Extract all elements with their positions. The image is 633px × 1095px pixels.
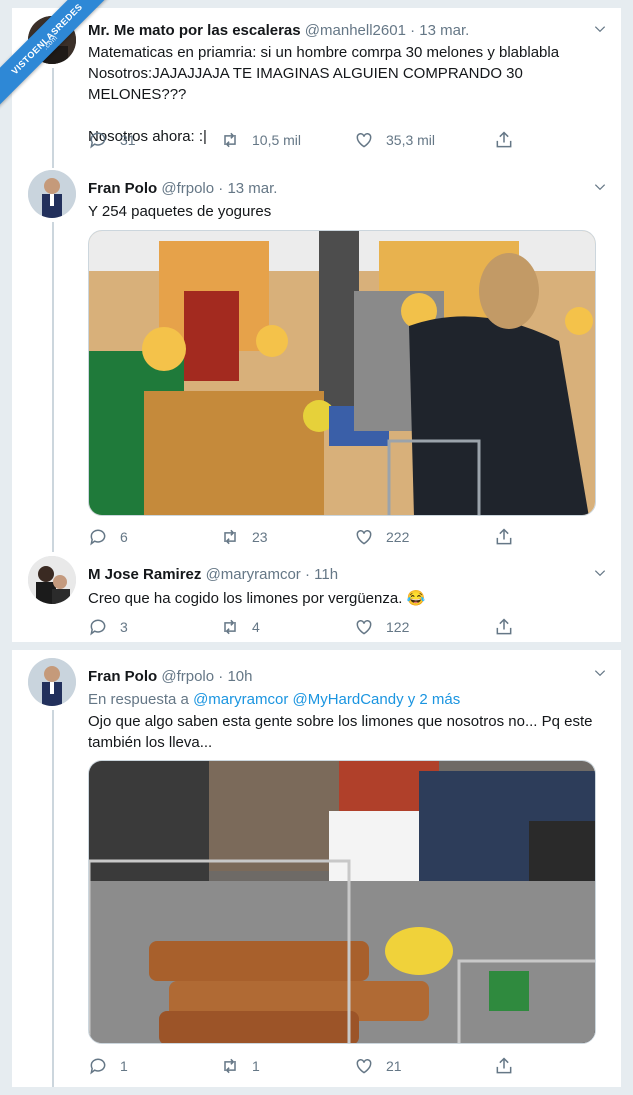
- share-button[interactable]: [494, 1056, 526, 1076]
- avatar[interactable]: [28, 170, 76, 218]
- reply-button[interactable]: 6: [88, 527, 128, 547]
- share-button[interactable]: [494, 527, 526, 547]
- user-handle[interactable]: @frpolo: [161, 668, 214, 685]
- reply-button[interactable]: 1: [88, 1056, 128, 1076]
- separator-dot: ·: [410, 22, 416, 39]
- reply-count: 1: [120, 1058, 128, 1074]
- chevron-down-icon[interactable]: [593, 180, 607, 194]
- chevron-down-icon[interactable]: [593, 666, 607, 680]
- reply-count: 3: [120, 619, 128, 635]
- thread-line: [52, 222, 54, 552]
- tweet-photo[interactable]: [88, 230, 596, 516]
- reply-count: 6: [120, 529, 128, 545]
- reply-button[interactable]: 31: [88, 130, 136, 150]
- tweet[interactable]: Fran Polo @frpolo · 13 mar. Y 254 paquet…: [12, 168, 621, 552]
- tweet-header: M Jose Ramirez @maryramcor · 11h: [88, 566, 338, 583]
- share-button[interactable]: [494, 130, 526, 150]
- reply-count: 31: [120, 132, 136, 148]
- timestamp[interactable]: 11h: [314, 566, 338, 583]
- display-name[interactable]: Mr. Me mato por las escaleras: [88, 22, 301, 39]
- reply-icon: [90, 132, 106, 149]
- like-count: 122: [386, 619, 410, 635]
- tweet[interactable]: Fran Polo @frpolo · 10h En respuesta a @…: [12, 650, 621, 1087]
- timestamp[interactable]: 13 mar.: [419, 22, 469, 39]
- separator-dot: ·: [304, 566, 310, 583]
- like-count: 21: [386, 1058, 402, 1074]
- like-button[interactable]: 122: [354, 617, 409, 637]
- reply-icon: [90, 529, 106, 546]
- share-icon: [496, 528, 512, 545]
- tweet-photo[interactable]: [88, 760, 596, 1044]
- retweet-icon: [224, 132, 236, 148]
- like-icon: [356, 1058, 372, 1074]
- share-icon: [496, 618, 512, 635]
- tweet[interactable]: Mr. Me mato por las escaleras @manhell26…: [12, 8, 621, 168]
- tweet-header: Fran Polo @frpolo · 13 mar.: [88, 180, 277, 197]
- tweet[interactable]: M Jose Ramirez @maryramcor · 11h Creo qu…: [12, 552, 621, 642]
- retweet-icon: [224, 1058, 236, 1074]
- thread-line: [52, 710, 54, 1087]
- retweet-button[interactable]: 4: [220, 617, 260, 637]
- tweet-actions: 6 23 222: [88, 527, 528, 549]
- like-icon: [356, 619, 372, 635]
- chevron-down-icon[interactable]: [593, 22, 607, 36]
- tweet-text: Creo que ha cogido los limones por vergü…: [88, 590, 426, 607]
- like-button[interactable]: 35,3 mil: [354, 130, 435, 150]
- retweet-count: 1: [252, 1058, 260, 1074]
- tweet-text: Ojo que algo saben esta gente sobre los …: [88, 713, 593, 751]
- timeline: Mr. Me mato por las escaleras @manhell26…: [12, 8, 621, 1087]
- retweet-icon: [224, 529, 236, 545]
- tweet-header: Mr. Me mato por las escaleras @manhell26…: [88, 22, 469, 39]
- tweet-actions: 31 10,5 mil 35,3 mil: [88, 130, 528, 152]
- chevron-down-icon[interactable]: [593, 566, 607, 580]
- reply-button[interactable]: 3: [88, 617, 128, 637]
- retweet-button[interactable]: 23: [220, 527, 268, 547]
- display-name[interactable]: M Jose Ramirez: [88, 566, 201, 583]
- supermarket-photo: [89, 231, 595, 515]
- retweet-icon: [224, 619, 236, 635]
- avatar[interactable]: [28, 556, 76, 604]
- thread-line: [52, 68, 54, 168]
- reply-icon: [90, 619, 106, 636]
- tweet-text: Y 254 paquetes de yogures: [88, 203, 272, 220]
- like-button[interactable]: 21: [354, 1056, 402, 1076]
- reply-context: En respuesta a @maryramcor @MyHardCandy …: [88, 691, 460, 708]
- separator-dot: ·: [218, 180, 224, 197]
- retweet-count: 23: [252, 529, 268, 545]
- share-icon: [496, 1057, 512, 1074]
- tweet-header: Fran Polo @frpolo · 10h: [88, 668, 252, 685]
- retweet-count: 4: [252, 619, 260, 635]
- display-name[interactable]: Fran Polo: [88, 180, 157, 197]
- retweet-button[interactable]: 1: [220, 1056, 260, 1076]
- timestamp[interactable]: 10h: [227, 668, 252, 685]
- retweet-button[interactable]: 10,5 mil: [220, 130, 301, 150]
- tweet-actions: 3 4 122: [88, 617, 528, 639]
- like-icon: [356, 529, 372, 545]
- retweet-count: 10,5 mil: [252, 132, 302, 148]
- user-handle[interactable]: @frpolo: [161, 180, 214, 197]
- like-button[interactable]: 222: [354, 527, 409, 547]
- display-name[interactable]: Fran Polo: [88, 668, 157, 685]
- conversation-divider: [12, 642, 621, 650]
- reply-icon: [90, 1058, 106, 1075]
- like-icon: [356, 132, 372, 148]
- timestamp[interactable]: 13 mar.: [227, 180, 277, 197]
- tweet-actions: 1 1 21: [88, 1056, 528, 1078]
- share-button[interactable]: [494, 617, 526, 637]
- share-icon: [496, 131, 512, 148]
- separator-dot: ·: [218, 668, 224, 685]
- like-count: 35,3 mil: [386, 132, 436, 148]
- user-handle[interactable]: @maryramcor: [206, 566, 301, 583]
- reply-users-link[interactable]: @maryramcor @MyHardCandy y 2 más: [193, 691, 460, 708]
- reply-prefix: En respuesta a: [88, 691, 189, 708]
- user-handle[interactable]: @manhell2601: [305, 22, 406, 39]
- like-count: 222: [386, 529, 410, 545]
- avatar[interactable]: [28, 658, 76, 706]
- shopping-cart-photo: [89, 761, 595, 1043]
